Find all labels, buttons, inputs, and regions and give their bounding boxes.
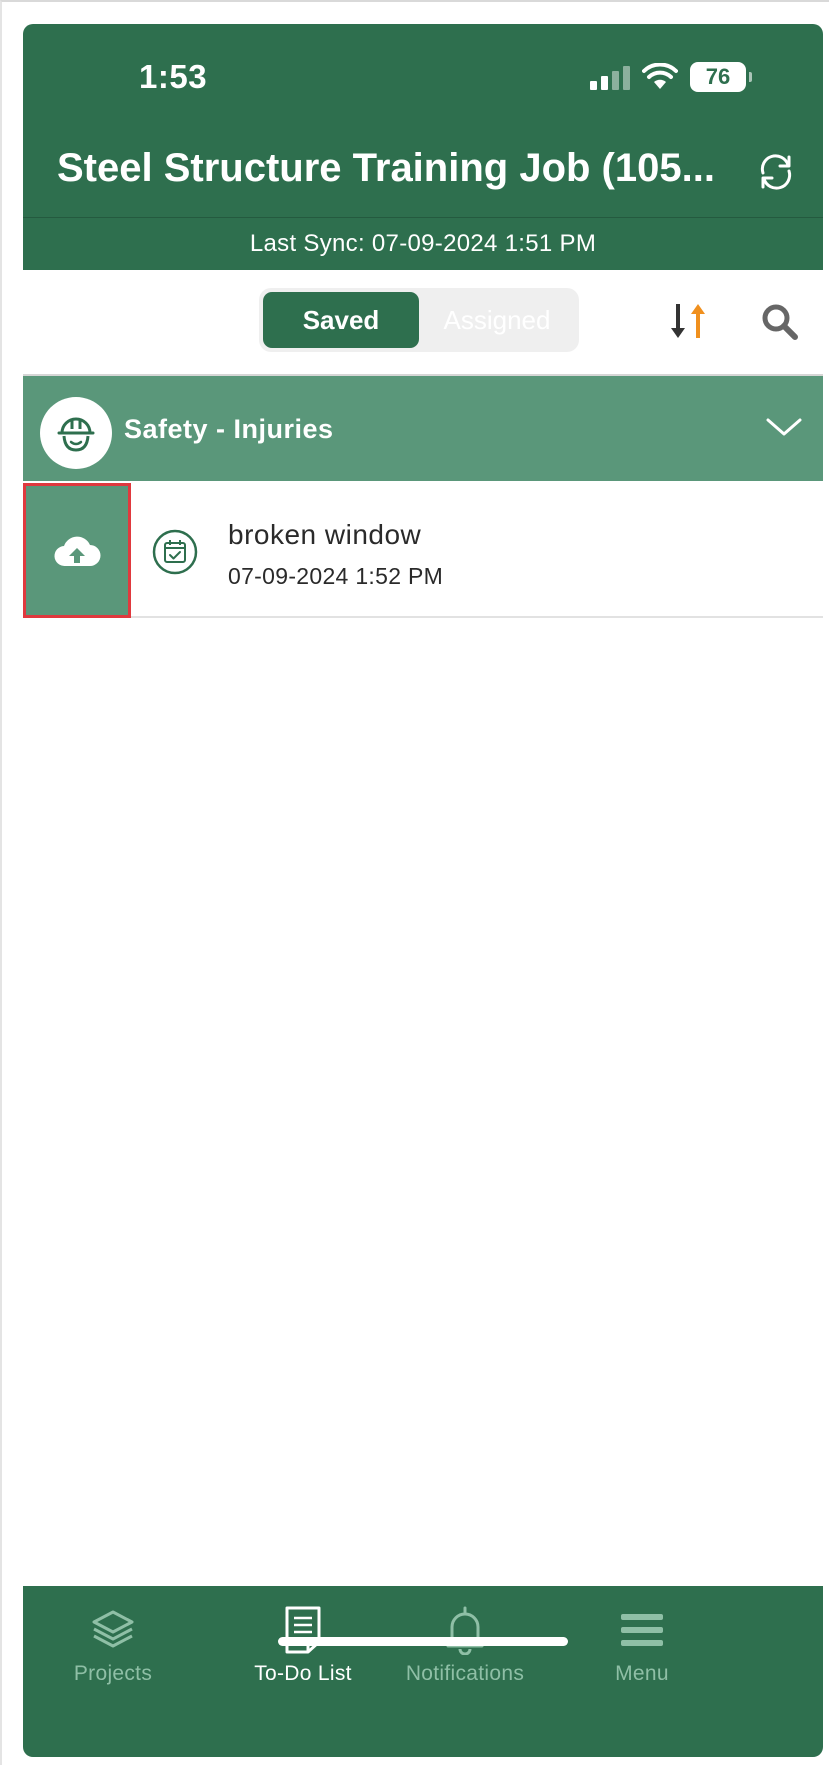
cloud-upload-icon xyxy=(54,536,101,566)
search-icon xyxy=(762,304,798,340)
status-icons: 76 xyxy=(590,62,752,92)
app-header: 1:53 76 Steel Structure Training Job (10… xyxy=(23,24,823,270)
chevron-down-icon[interactable] xyxy=(764,412,804,442)
item-title: broken window xyxy=(228,519,422,550)
nav-label-menu: Menu xyxy=(615,1662,669,1685)
refresh-icon xyxy=(760,154,792,190)
last-sync-text: Last Sync: 07-09-2024 1:51 PM xyxy=(23,217,823,270)
tab-saved[interactable]: Saved xyxy=(263,292,419,348)
page-title: Steel Structure Training Job (105... xyxy=(57,146,715,190)
bottom-navigation: Projects To-Do List Notifications Menu xyxy=(23,1586,823,1757)
nav-menu[interactable]: Menu xyxy=(552,1604,732,1694)
upload-button[interactable] xyxy=(23,483,131,618)
wifi-icon xyxy=(642,63,678,89)
phone-screen: 1:53 76 Steel Structure Training Job (10… xyxy=(23,24,823,1757)
screenshot-frame: 1:53 76 Steel Structure Training Job (10… xyxy=(0,0,829,1765)
hard-hat-worker-icon xyxy=(57,417,95,452)
sync-button[interactable] xyxy=(751,147,801,197)
tab-assigned[interactable]: Assigned xyxy=(419,292,575,348)
document-icon xyxy=(285,1606,321,1654)
status-time: 1:53 xyxy=(139,58,208,95)
bell-icon xyxy=(446,1606,484,1655)
sort-arrows-icon xyxy=(671,304,705,338)
category-label: Safety - Injuries xyxy=(124,414,334,444)
nav-label-projects: Projects xyxy=(73,1662,153,1685)
category-avatar xyxy=(40,397,112,469)
hamburger-icon xyxy=(621,1614,663,1646)
battery-icon: 76 xyxy=(690,62,752,92)
saved-assigned-segmented-control: Saved Assigned xyxy=(259,288,579,352)
list-item[interactable]: broken window 07-09-2024 1:52 PM xyxy=(23,483,823,618)
cellular-signal-icon xyxy=(590,64,630,90)
item-date: 07-09-2024 1:52 PM xyxy=(228,563,444,589)
nav-label-notifications: Notifications xyxy=(405,1662,525,1685)
home-indicator[interactable] xyxy=(278,1637,568,1646)
nav-projects[interactable]: Projects xyxy=(23,1604,203,1694)
sort-button[interactable] xyxy=(663,300,713,342)
nav-label-todo-list: To-Do List xyxy=(254,1662,352,1685)
toolbar: Saved Assigned xyxy=(23,270,823,372)
search-button[interactable] xyxy=(758,300,802,344)
calendar-check-icon xyxy=(152,529,198,575)
category-header[interactable]: Safety - Injuries xyxy=(23,374,823,481)
nav-todo-list[interactable]: To-Do List xyxy=(213,1604,393,1694)
layers-icon xyxy=(92,1610,134,1648)
nav-notifications[interactable]: Notifications xyxy=(375,1604,555,1694)
